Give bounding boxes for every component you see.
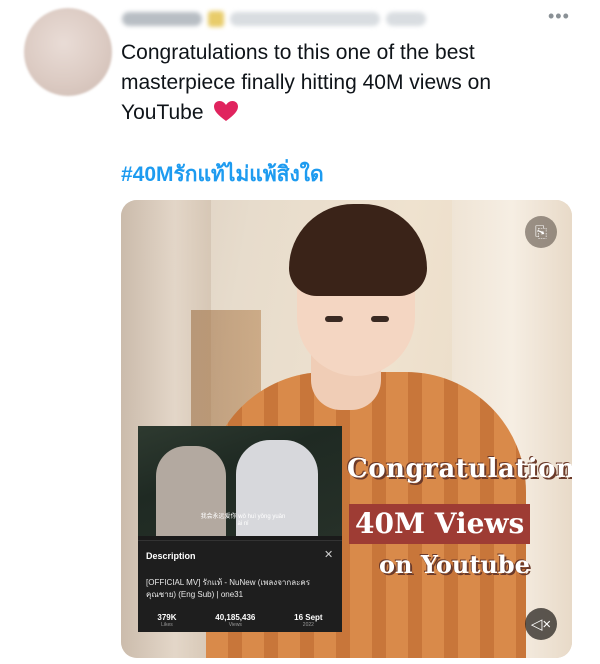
volume-mute-icon[interactable]: ◁× [525, 608, 557, 640]
author-name-blurred[interactable] [122, 12, 202, 26]
captions-icon[interactable]: ⎘ [525, 216, 557, 248]
inset-youtube-screenshot: 我会永远爱你 wǒ huì yǒng yuǎn ài nǐ Descriptio… [138, 426, 342, 632]
author-avatar[interactable] [24, 8, 112, 96]
inset-subtitle: 我会永远爱你 wǒ huì yǒng yuǎn ài nǐ [200, 514, 286, 527]
inset-video-frame: 我会永远爱你 wǒ huì yǒng yuǎn ài nǐ [138, 426, 342, 536]
tweet-header [122, 8, 562, 30]
stat-likes: 379K Likes [157, 613, 176, 628]
more-options-icon[interactable]: ••• [548, 6, 570, 27]
heart-emoji-icon [214, 101, 239, 121]
stat-views-label: Views [228, 622, 242, 628]
inset-description-panel: Description ✕ [OFFICIAL MV] รักแท้ - NuN… [138, 540, 342, 632]
left-eye [325, 316, 343, 322]
stat-date-year: 2022 [302, 622, 314, 628]
person-hair [289, 204, 427, 296]
verified-badge-blurred [208, 11, 224, 27]
stat-date: 16 Sept 2022 [294, 613, 322, 628]
stat-views-value: 40,185,436 [215, 613, 256, 622]
right-eye [371, 316, 389, 322]
overlay-on-youtube: on Youtube [379, 550, 530, 579]
video-stats: 379K Likes 40,185,436 Views 16 Sept 2022 [138, 613, 342, 628]
hashtag-link[interactable]: #40Mรักแท้ไม่แพ้สิ่งใด [121, 158, 324, 191]
media-video[interactable]: ⎘ Congratulation 40M Views on Youtube 我会… [121, 200, 572, 658]
stat-views: 40,185,436 Views [215, 613, 255, 628]
author-handle-blurred[interactable] [230, 12, 380, 26]
stat-likes-value: 379K [157, 613, 177, 622]
tweet-text-content: Congratulations to this one of the best … [121, 41, 492, 124]
tweet-text: Congratulations to this one of the best … [121, 38, 571, 128]
description-title: Description [146, 551, 196, 561]
stat-date-value: 16 Sept [294, 613, 323, 622]
timestamp-blurred[interactable] [386, 12, 426, 26]
close-icon: ✕ [324, 549, 334, 561]
overlay-views: 40M Views [349, 504, 531, 544]
overlay-congratulation: Congratulation [347, 454, 572, 484]
description-text: [OFFICIAL MV] รักแท้ - NuNew (เพลงจากละค… [146, 578, 311, 599]
stat-likes-label: Likes [161, 622, 173, 628]
